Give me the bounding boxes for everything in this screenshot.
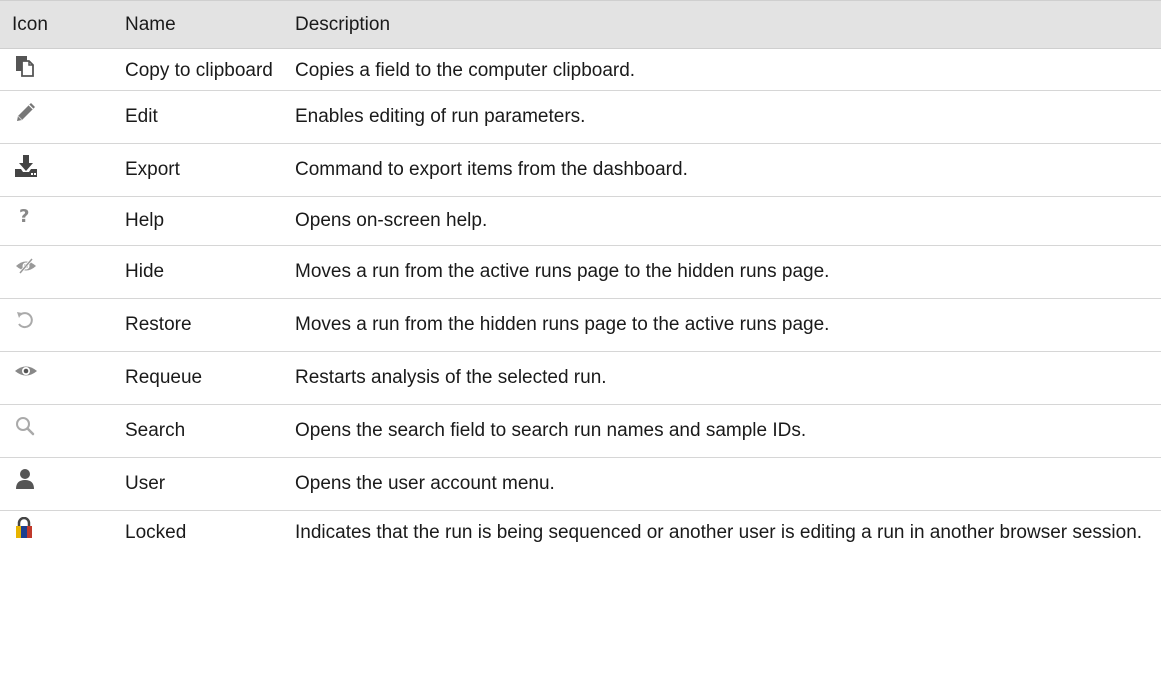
table-row: ? Help Opens on-screen help. <box>0 196 1161 246</box>
row-name: Hide <box>125 245 295 299</box>
row-name: Requeue <box>125 351 295 405</box>
row-name: Copy to clipboard <box>125 48 295 91</box>
table-row: User Opens the user account menu. <box>0 457 1161 511</box>
row-name: Locked <box>125 522 187 543</box>
icon-reference-table: Icon Name Description Copy to clipboard … <box>0 0 1161 559</box>
table-row: Search Opens the search field to search … <box>0 404 1161 458</box>
row-name: Edit <box>125 90 295 144</box>
table-row: Copy to clipboard Copies a field to the … <box>0 48 1161 91</box>
edit-pencil-icon <box>12 101 54 129</box>
requeue-eye-icon <box>12 362 54 390</box>
row-description: Opens the user account menu. <box>295 457 1161 511</box>
locked-padlock-icon <box>12 517 54 545</box>
row-description: Opens the search field to search run nam… <box>295 404 1161 458</box>
copy-to-clipboard-icon <box>12 55 54 83</box>
header-icon: Icon <box>0 0 125 49</box>
header-description: Description <box>295 0 1161 49</box>
row-description: Moves a run from the hidden runs page to… <box>295 298 1161 352</box>
row-description: Indicates that the run is being sequence… <box>295 522 1143 543</box>
search-magnifier-icon <box>12 415 54 443</box>
table-row: Locked Indicates that the run is being s… <box>0 511 1161 560</box>
help-question-icon: ? <box>12 205 54 233</box>
table-header-row: Icon Name Description <box>0 0 1161 49</box>
header-name: Name <box>125 0 295 49</box>
table-row: Restore Moves a run from the hidden runs… <box>0 298 1161 352</box>
row-name: Export <box>125 143 295 197</box>
table-row: Hide Moves a run from the active runs pa… <box>0 245 1161 299</box>
row-name: Search <box>125 404 295 458</box>
row-description: Copies a field to the computer clipboard… <box>295 48 1161 91</box>
svg-text:?: ? <box>19 206 29 227</box>
export-download-icon <box>12 154 54 182</box>
table-row: Export Command to export items from the … <box>0 143 1161 197</box>
row-description: Opens on-screen help. <box>295 196 1161 246</box>
row-description: Command to export items from the dashboa… <box>295 143 1161 197</box>
table-row: Requeue Restarts analysis of the selecte… <box>0 351 1161 405</box>
row-name: User <box>125 457 295 511</box>
row-description: Restarts analysis of the selected run. <box>295 351 1161 405</box>
row-name: Help <box>125 196 295 246</box>
row-description: Moves a run from the active runs page to… <box>295 245 1161 299</box>
hide-eye-slash-icon <box>12 256 54 284</box>
row-description: Enables editing of run parameters. <box>295 90 1161 144</box>
table-row: Edit Enables editing of run parameters. <box>0 90 1161 144</box>
restore-arrow-icon <box>12 309 54 337</box>
row-name: Restore <box>125 298 295 352</box>
user-icon <box>12 468 54 496</box>
